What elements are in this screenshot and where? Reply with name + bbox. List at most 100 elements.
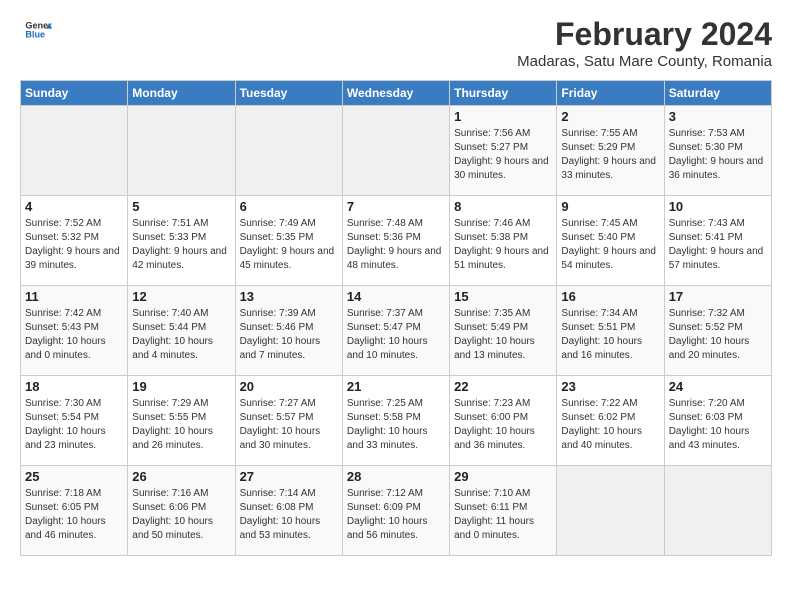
day-number: 8	[454, 199, 552, 214]
calendar-week-3: 11 Sunrise: 7:42 AM Sunset: 5:43 PM Dayli…	[21, 286, 772, 376]
day-info: Sunrise: 7:55 AM Sunset: 5:29 PM Dayligh…	[561, 127, 659, 183]
table-row: 25 Sunrise: 7:18 AM Sunset: 6:05 PM Dayli…	[21, 466, 128, 556]
logo: General Blue	[20, 16, 52, 44]
table-row: 23Sunrise: 7:22 AM Sunset: 6:02 PM Dayli…	[557, 376, 664, 466]
col-friday: Friday	[557, 81, 664, 106]
table-row: 5 Sunrise: 7:51 AM Sunset: 5:33 PM Daylig…	[128, 196, 235, 286]
table-row	[21, 106, 128, 196]
col-saturday: Saturday	[664, 81, 771, 106]
day-number: 14	[347, 289, 445, 304]
table-row	[235, 106, 342, 196]
table-row: 19 Sunrise: 7:29 AM Sunset: 5:55 PM Dayli…	[128, 376, 235, 466]
day-number: 24	[669, 379, 767, 394]
day-number: 1	[454, 109, 552, 124]
table-row	[557, 466, 664, 556]
day-number: 27	[240, 469, 338, 484]
day-number: 11	[25, 289, 123, 304]
table-row: 1 Sunrise: 7:56 AM Sunset: 5:27 PM Daylig…	[450, 106, 557, 196]
table-row	[342, 106, 449, 196]
day-info: Sunrise: 7:49 AM Sunset: 5:35 PM Dayligh…	[240, 217, 338, 273]
table-row: 7 Sunrise: 7:48 AM Sunset: 5:36 PM Daylig…	[342, 196, 449, 286]
day-number: 13	[240, 289, 338, 304]
day-number: 4	[25, 199, 123, 214]
table-row: 29 Sunrise: 7:10 AM Sunset: 6:11 PM Dayli…	[450, 466, 557, 556]
table-row: 14Sunrise: 7:37 AM Sunset: 5:47 PM Dayli…	[342, 286, 449, 376]
day-info: Sunrise: 7:42 AM Sunset: 5:43 PM Dayligh…	[25, 307, 123, 363]
day-number: 17	[669, 289, 767, 304]
table-row: 6 Sunrise: 7:49 AM Sunset: 5:35 PM Daylig…	[235, 196, 342, 286]
day-info: Sunrise: 7:53 AM Sunset: 5:30 PM Dayligh…	[669, 127, 767, 183]
day-number: 12	[132, 289, 230, 304]
table-row	[664, 466, 771, 556]
col-tuesday: Tuesday	[235, 81, 342, 106]
day-info: Sunrise: 7:52 AM Sunset: 5:32 PM Dayligh…	[25, 217, 123, 273]
day-number: 9	[561, 199, 659, 214]
calendar-week-1: 1 Sunrise: 7:56 AM Sunset: 5:27 PM Daylig…	[21, 106, 772, 196]
day-number: 25	[25, 469, 123, 484]
page-header: General Blue February 2024 Madaras, Satu…	[20, 16, 772, 70]
table-row: 13 Sunrise: 7:39 AM Sunset: 5:46 PM Dayli…	[235, 286, 342, 376]
calendar-title: February 2024	[517, 16, 772, 53]
table-row: 11 Sunrise: 7:42 AM Sunset: 5:43 PM Dayli…	[21, 286, 128, 376]
table-row: 20 Sunrise: 7:27 AM Sunset: 5:57 PM Dayli…	[235, 376, 342, 466]
day-number: 5	[132, 199, 230, 214]
day-info: Sunrise: 7:10 AM Sunset: 6:11 PM Dayligh…	[454, 487, 552, 543]
calendar-week-5: 25 Sunrise: 7:18 AM Sunset: 6:05 PM Dayli…	[21, 466, 772, 556]
day-info: Sunrise: 7:43 AM Sunset: 5:41 PM Dayligh…	[669, 217, 767, 273]
day-number: 23	[561, 379, 659, 394]
calendar-subtitle: Madaras, Satu Mare County, Romania	[517, 53, 772, 70]
day-info: Sunrise: 7:25 AM Sunset: 5:58 PM Dayligh…	[347, 397, 445, 453]
day-info: Sunrise: 7:56 AM Sunset: 5:27 PM Dayligh…	[454, 127, 552, 183]
day-info: Sunrise: 7:48 AM Sunset: 5:36 PM Dayligh…	[347, 217, 445, 273]
day-number: 15	[454, 289, 552, 304]
table-row: 26 Sunrise: 7:16 AM Sunset: 6:06 PM Dayli…	[128, 466, 235, 556]
day-number: 20	[240, 379, 338, 394]
table-row: 21Sunrise: 7:25 AM Sunset: 5:58 PM Dayli…	[342, 376, 449, 466]
day-info: Sunrise: 7:23 AM Sunset: 6:00 PM Dayligh…	[454, 397, 552, 453]
calendar-week-4: 18 Sunrise: 7:30 AM Sunset: 5:54 PM Dayli…	[21, 376, 772, 466]
day-number: 19	[132, 379, 230, 394]
day-number: 29	[454, 469, 552, 484]
table-row: 24Sunrise: 7:20 AM Sunset: 6:03 PM Dayli…	[664, 376, 771, 466]
logo-icon: General Blue	[24, 16, 52, 44]
day-number: 18	[25, 379, 123, 394]
day-info: Sunrise: 7:18 AM Sunset: 6:05 PM Dayligh…	[25, 487, 123, 543]
day-number: 3	[669, 109, 767, 124]
day-number: 7	[347, 199, 445, 214]
day-info: Sunrise: 7:27 AM Sunset: 5:57 PM Dayligh…	[240, 397, 338, 453]
day-info: Sunrise: 7:30 AM Sunset: 5:54 PM Dayligh…	[25, 397, 123, 453]
day-info: Sunrise: 7:39 AM Sunset: 5:46 PM Dayligh…	[240, 307, 338, 363]
table-row: 12Sunrise: 7:40 AM Sunset: 5:44 PM Dayli…	[128, 286, 235, 376]
day-number: 26	[132, 469, 230, 484]
day-info: Sunrise: 7:34 AM Sunset: 5:51 PM Dayligh…	[561, 307, 659, 363]
day-info: Sunrise: 7:16 AM Sunset: 6:06 PM Dayligh…	[132, 487, 230, 543]
table-row: 16Sunrise: 7:34 AM Sunset: 5:51 PM Dayli…	[557, 286, 664, 376]
day-number: 10	[669, 199, 767, 214]
table-row: 15 Sunrise: 7:35 AM Sunset: 5:49 PM Dayli…	[450, 286, 557, 376]
day-number: 28	[347, 469, 445, 484]
calendar-table: Sunday Monday Tuesday Wednesday Thursday…	[20, 80, 772, 556]
day-info: Sunrise: 7:35 AM Sunset: 5:49 PM Dayligh…	[454, 307, 552, 363]
header-row: Sunday Monday Tuesday Wednesday Thursday…	[21, 81, 772, 106]
day-number: 2	[561, 109, 659, 124]
day-info: Sunrise: 7:29 AM Sunset: 5:55 PM Dayligh…	[132, 397, 230, 453]
day-info: Sunrise: 7:46 AM Sunset: 5:38 PM Dayligh…	[454, 217, 552, 273]
table-row: 10 Sunrise: 7:43 AM Sunset: 5:41 PM Dayli…	[664, 196, 771, 286]
col-monday: Monday	[128, 81, 235, 106]
table-row: 8 Sunrise: 7:46 AM Sunset: 5:38 PM Daylig…	[450, 196, 557, 286]
title-section: February 2024 Madaras, Satu Mare County,…	[517, 16, 772, 70]
table-row: 9 Sunrise: 7:45 AM Sunset: 5:40 PM Daylig…	[557, 196, 664, 286]
col-wednesday: Wednesday	[342, 81, 449, 106]
day-info: Sunrise: 7:51 AM Sunset: 5:33 PM Dayligh…	[132, 217, 230, 273]
day-info: Sunrise: 7:45 AM Sunset: 5:40 PM Dayligh…	[561, 217, 659, 273]
day-number: 6	[240, 199, 338, 214]
table-row: 3 Sunrise: 7:53 AM Sunset: 5:30 PM Daylig…	[664, 106, 771, 196]
table-row: 28 Sunrise: 7:12 AM Sunset: 6:09 PM Dayli…	[342, 466, 449, 556]
table-row: 27Sunrise: 7:14 AM Sunset: 6:08 PM Dayli…	[235, 466, 342, 556]
table-row	[128, 106, 235, 196]
table-row: 17 Sunrise: 7:32 AM Sunset: 5:52 PM Dayli…	[664, 286, 771, 376]
day-info: Sunrise: 7:12 AM Sunset: 6:09 PM Dayligh…	[347, 487, 445, 543]
table-row: 4 Sunrise: 7:52 AM Sunset: 5:32 PM Daylig…	[21, 196, 128, 286]
day-info: Sunrise: 7:32 AM Sunset: 5:52 PM Dayligh…	[669, 307, 767, 363]
table-row: 22Sunrise: 7:23 AM Sunset: 6:00 PM Dayli…	[450, 376, 557, 466]
